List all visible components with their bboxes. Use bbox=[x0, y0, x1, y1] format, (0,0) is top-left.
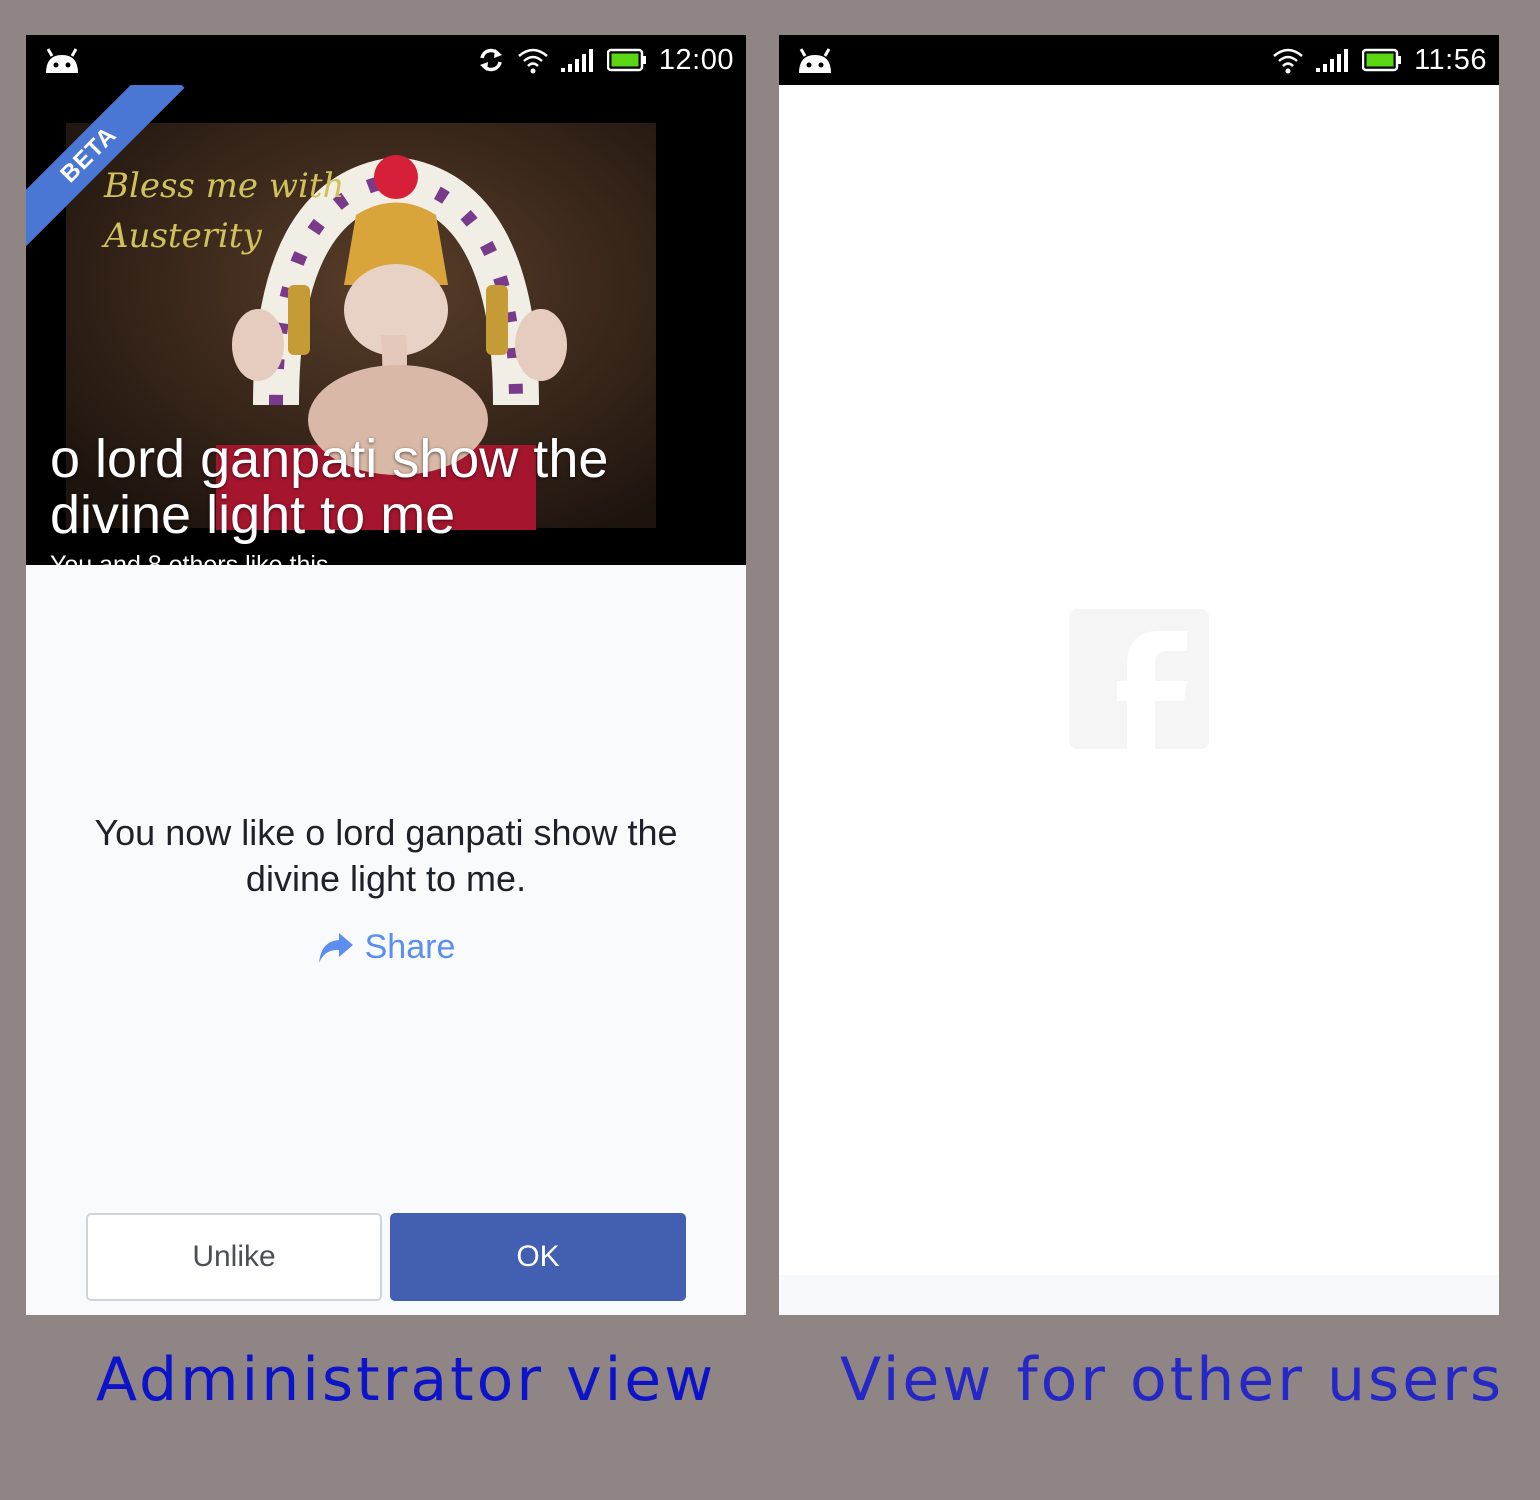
battery-icon bbox=[1362, 48, 1402, 72]
unlike-button[interactable]: Unlike bbox=[86, 1213, 382, 1301]
like-confirmation: You now like o lord ganpati show the div… bbox=[86, 810, 686, 902]
caption-admin-view: Administrator view bbox=[96, 1345, 717, 1415]
confirmation-suffix: . bbox=[516, 858, 527, 899]
share-arrow-icon bbox=[318, 932, 353, 963]
battery-icon bbox=[606, 48, 646, 72]
signal-icon bbox=[560, 49, 593, 72]
share-link[interactable]: Share bbox=[26, 928, 746, 967]
android-icon bbox=[799, 48, 831, 73]
wifi-icon bbox=[1273, 48, 1303, 74]
photo-caption-line2: Austerity bbox=[101, 216, 262, 256]
page-title: o lord ganpati show the divine light to … bbox=[50, 429, 609, 545]
ok-button[interactable]: OK bbox=[390, 1213, 686, 1301]
caption-other-users-view: View for other users bbox=[840, 1345, 1505, 1415]
status-bar: 11:56 bbox=[779, 35, 1499, 85]
bottom-bar bbox=[779, 1275, 1499, 1315]
android-icon bbox=[46, 48, 78, 73]
clock: 11:56 bbox=[1414, 43, 1487, 76]
status-bar: 12:00 bbox=[26, 35, 746, 85]
signal-icon bbox=[1316, 49, 1349, 72]
likes-count: You and 8 others like this. bbox=[50, 551, 336, 565]
other-users-view-screen: 11:56 bbox=[779, 35, 1499, 1315]
facebook-logo-icon bbox=[1069, 609, 1209, 749]
clock: 12:00 bbox=[658, 43, 734, 76]
admin-view-screen: 12:00 Bless me with Austerity BETA o lor… bbox=[26, 35, 746, 1315]
page-cover: Bless me with Austerity BETA o lord ganp… bbox=[26, 85, 746, 565]
liked-page-name: o lord ganpati show the divine light to … bbox=[245, 812, 678, 899]
wifi-icon bbox=[518, 48, 548, 74]
confirmation-prefix: You now like bbox=[94, 812, 306, 853]
sync-icon bbox=[479, 48, 502, 72]
photo-caption-line1: Bless me with bbox=[103, 166, 344, 206]
share-label: Share bbox=[364, 928, 456, 966]
